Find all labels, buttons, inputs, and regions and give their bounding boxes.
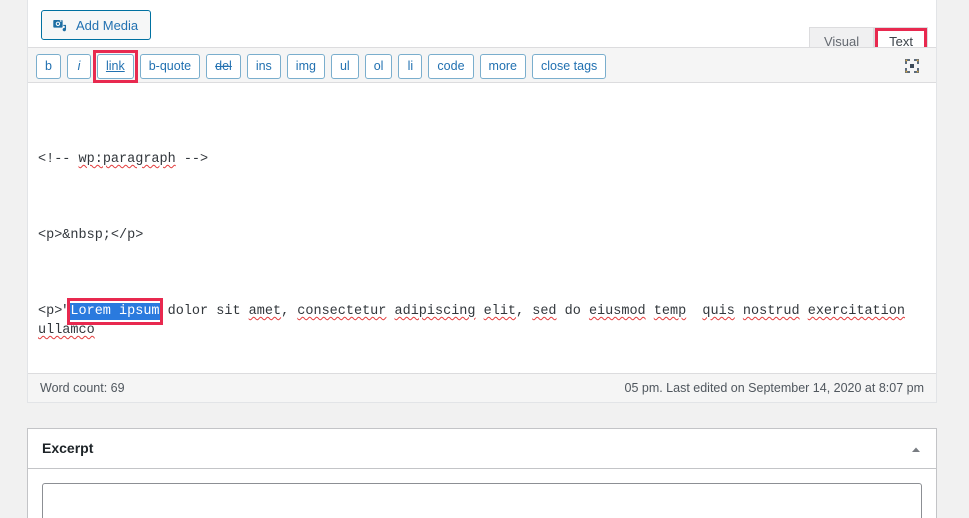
qt-ins-label: ins xyxy=(255,59,272,73)
code-text: , xyxy=(281,304,298,319)
code-line-2: <p>&nbsp;</p> xyxy=(38,226,922,245)
chevron-up-icon[interactable] xyxy=(908,442,924,458)
code-text: do xyxy=(556,304,589,319)
qt-more-button[interactable]: more xyxy=(479,53,527,79)
code-line-1: <!-- wp:paragraph --> xyxy=(38,150,922,169)
qt-ins-button[interactable]: ins xyxy=(246,53,281,79)
code-text: , xyxy=(516,304,533,319)
code-word: temp xyxy=(653,304,687,319)
distraction-free-writing-icon[interactable] xyxy=(900,54,924,78)
qt-img-label: img xyxy=(295,59,316,73)
qt-close-tags-label: close tags xyxy=(541,59,598,73)
excerpt-metabox: Excerpt xyxy=(27,428,937,518)
code-line-3: <p>"Lorem ipsum dolor sit amet, consecte… xyxy=(38,298,922,340)
selected-text[interactable]: Lorem ipsum xyxy=(70,303,160,320)
code-word: amet xyxy=(248,304,282,319)
qt-del-label: del xyxy=(215,59,232,73)
code-block-tag: wp:paragraph xyxy=(78,152,176,167)
media-library-icon xyxy=(52,17,69,34)
editor-code-block: <!-- wp:paragraph --> <p>&nbsp;</p> <p>"… xyxy=(38,93,922,373)
selected-text-wrapper: Lorem ipsum xyxy=(67,298,163,325)
word-count-label: Word count: 69 xyxy=(40,381,125,395)
code-word: adipiscing xyxy=(394,304,476,319)
editor-mode-tabs: Visual Text xyxy=(808,12,928,55)
code-text: dolor sit xyxy=(159,304,249,319)
code-comment-close: --> xyxy=(175,152,209,167)
qt-code-label: code xyxy=(437,59,465,73)
autosave-status: Draft saved at 3:05 pm. Last edited on S… xyxy=(624,381,924,395)
excerpt-body xyxy=(28,469,936,518)
excerpt-header[interactable]: Excerpt xyxy=(28,429,936,469)
code-paragraph-open: <p>" xyxy=(38,304,71,319)
qt-close-tags-button[interactable]: close tags xyxy=(532,53,607,79)
qt-li-button[interactable]: li xyxy=(398,53,423,79)
qt-italic-button[interactable]: i xyxy=(66,53,91,79)
code-word: ullamco xyxy=(38,323,95,338)
qt-italic-label: i xyxy=(77,59,81,73)
qt-link-button[interactable]: link xyxy=(96,53,134,79)
autosave-status-text: Draft saved at 3:05 pm. Last edited on S… xyxy=(624,381,924,395)
qt-del-button[interactable]: del xyxy=(206,53,241,79)
code-word: elit xyxy=(483,304,517,319)
excerpt-title: Excerpt xyxy=(42,440,94,456)
code-word: sed xyxy=(532,304,557,319)
qt-img-button[interactable]: img xyxy=(286,53,325,79)
add-media-label: Add Media xyxy=(76,17,139,33)
qt-ul-label: ul xyxy=(339,59,350,73)
qt-link-label: link xyxy=(105,59,125,73)
code-word: nostrud xyxy=(742,304,800,319)
qt-ol-button[interactable]: ol xyxy=(364,53,393,79)
text-editor-content[interactable]: <!-- wp:paragraph --> <p>&nbsp;</p> <p>"… xyxy=(28,83,936,373)
excerpt-textarea[interactable] xyxy=(42,483,922,518)
qt-blockquote-label: b-quote xyxy=(148,59,192,73)
code-comment-open: <!-- xyxy=(38,152,79,167)
quicktags-button-group: b i link b-quote del ins img ul ol li co… xyxy=(36,49,928,83)
qt-link-wrapper: link xyxy=(92,49,138,83)
qt-ul-button[interactable]: ul xyxy=(330,53,359,79)
code-word: quis xyxy=(702,304,735,319)
code-word: consectetur xyxy=(297,304,387,319)
editor-panel: Add Media Visual Text b i link b-quote d… xyxy=(27,0,937,403)
wordpress-classic-editor-screen: Add Media Visual Text b i link b-quote d… xyxy=(0,0,969,518)
qt-ol-label: ol xyxy=(373,59,384,73)
qt-bold-label: b xyxy=(45,59,52,73)
qt-more-label: more xyxy=(488,59,518,73)
add-media-button[interactable]: Add Media xyxy=(41,10,152,40)
editor-status-bar: Word count: 69 Draft saved at 3:05 pm. L… xyxy=(28,373,936,402)
quicktags-toolbar: b i link b-quote del ins img ul ol li co… xyxy=(28,47,936,83)
editor-top-bar: Add Media Visual Text xyxy=(28,0,936,55)
code-word: eiusmod xyxy=(588,304,646,319)
qt-bold-button[interactable]: b xyxy=(36,53,61,79)
qt-blockquote-button[interactable]: b-quote xyxy=(139,53,201,79)
qt-code-button[interactable]: code xyxy=(428,53,474,79)
qt-li-label: li xyxy=(407,59,414,73)
code-empty-paragraph: <p>&nbsp;</p> xyxy=(38,228,144,243)
code-word: exercitation xyxy=(807,304,905,319)
